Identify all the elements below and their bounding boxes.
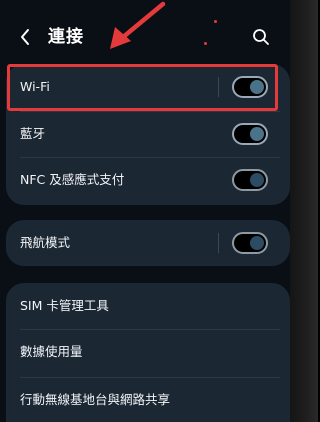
sim-manager-row[interactable]: SIM 卡管理工具	[6, 283, 290, 329]
arrow-icon	[110, 1, 166, 49]
more-settings-card: SIM 卡管理工具 數據使用量 行動無線基地台與網路共享	[6, 283, 290, 422]
hotspot-tethering-label: 行動無線基地台與網路共享	[20, 392, 171, 407]
nfc-label: NFC 及感應式支付	[20, 172, 125, 187]
annotation-dot	[214, 20, 217, 23]
bluetooth-row[interactable]: 藍牙	[6, 111, 290, 157]
airplane-mode-row[interactable]: 飛航模式	[6, 220, 290, 266]
toggle-knob	[250, 173, 264, 187]
wifi-highlight-box	[7, 64, 278, 111]
nfc-toggle[interactable]	[232, 169, 268, 191]
data-usage-label: 數據使用量	[20, 344, 83, 359]
airplane-card: 飛航模式	[6, 220, 290, 266]
airplane-mode-toggle[interactable]	[232, 232, 268, 254]
airplane-mode-label: 飛航模式	[20, 235, 71, 250]
sim-manager-label: SIM 卡管理工具	[20, 298, 109, 313]
toggle-knob	[250, 127, 264, 141]
row-separator	[218, 233, 219, 253]
bluetooth-label: 藍牙	[20, 126, 46, 141]
bluetooth-toggle[interactable]	[232, 123, 268, 145]
data-usage-row[interactable]: 數據使用量	[6, 329, 290, 375]
hotspot-tethering-row[interactable]: 行動無線基地台與網路共享	[6, 377, 290, 422]
toggle-knob	[250, 236, 264, 250]
settings-screen: 連接 Wi-Fi 藍牙 NFC 及感應式支付 飛航模式 SIM 卡管理工具 數據…	[0, 0, 290, 422]
nfc-row[interactable]: NFC 及感應式支付	[6, 157, 290, 203]
annotation-dot	[204, 42, 207, 45]
background-edge	[290, 0, 318, 422]
